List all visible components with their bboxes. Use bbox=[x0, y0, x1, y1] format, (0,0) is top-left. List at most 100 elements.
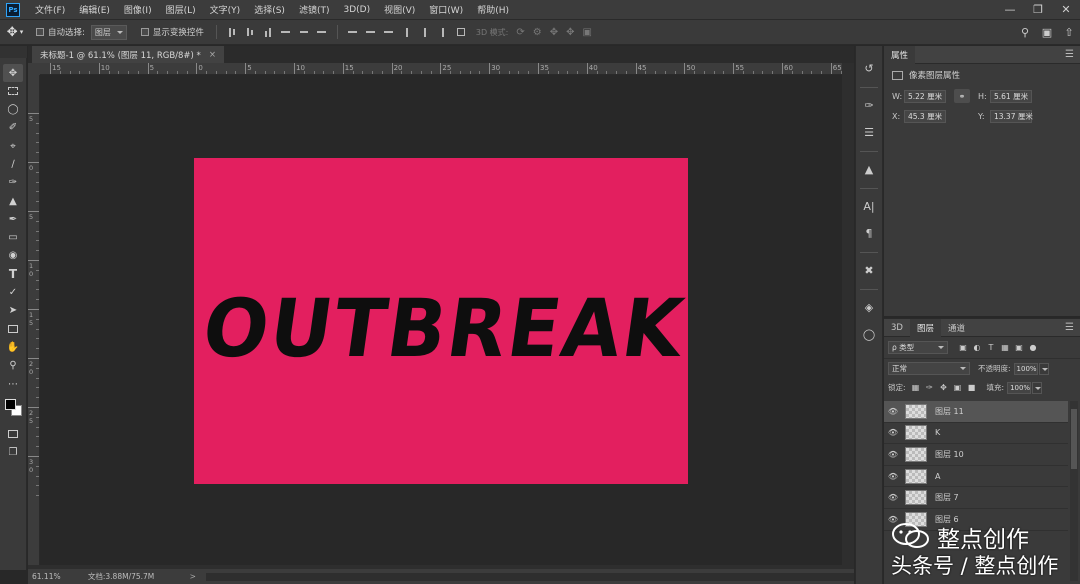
layers-scrollbar[interactable] bbox=[1070, 401, 1078, 581]
search-icon[interactable]: ⚲ bbox=[1014, 26, 1036, 39]
lock-pixels-icon[interactable]: ✑ bbox=[923, 383, 937, 392]
filter-shape-icon[interactable]: ▦ bbox=[998, 343, 1012, 352]
3d-scale-icon[interactable]: ▣ bbox=[583, 27, 592, 38]
tab-layers[interactable]: 图层 bbox=[909, 318, 941, 337]
character-panel-icon[interactable]: A| bbox=[859, 196, 879, 216]
visibility-eye-icon[interactable]: 👁 bbox=[884, 407, 902, 416]
lock-transparency-icon[interactable]: ▦ bbox=[909, 383, 923, 392]
layer-row[interactable]: 👁 图层 7 bbox=[884, 487, 1068, 509]
horizontal-ruler[interactable]: 15 10 5 0 5 10 15 20 25 30 35 40 45 50 55 60 65 bbox=[40, 63, 842, 75]
tab-3d[interactable]: 3D bbox=[884, 319, 910, 337]
layer-row[interactable]: 👁 图层 10 bbox=[884, 444, 1068, 466]
layer-row[interactable]: 👁 K bbox=[884, 423, 1068, 445]
screen-mode-icon[interactable]: ❐ bbox=[3, 444, 23, 462]
lock-all-icon[interactable]: ■ bbox=[965, 383, 979, 392]
paragraph-panel-icon[interactable]: ¶ bbox=[859, 223, 879, 243]
x-field[interactable]: 45.3 厘米 bbox=[904, 109, 946, 123]
color-swatches[interactable] bbox=[2, 395, 24, 421]
document-tab[interactable]: 未标题-1 @ 61.1% (图层 11, RGB/8#) * × bbox=[32, 46, 224, 63]
distribute-top-icon[interactable] bbox=[348, 27, 358, 37]
layers-scrollbar-thumb[interactable] bbox=[1071, 409, 1077, 469]
clone-source-panel-icon[interactable]: ▲ bbox=[859, 159, 879, 179]
status-scrollbar[interactable] bbox=[205, 572, 854, 581]
align-left-icon[interactable] bbox=[281, 27, 291, 37]
zoom-level[interactable]: 61.11% bbox=[28, 572, 76, 581]
toolbar-grip[interactable] bbox=[0, 46, 27, 58]
layer-row[interactable]: 👁 图层 11 bbox=[884, 401, 1068, 423]
ruler-corner[interactable] bbox=[28, 63, 40, 75]
3d-roll-icon[interactable]: ⚙ bbox=[533, 27, 542, 38]
fill-dropdown[interactable] bbox=[1032, 381, 1043, 394]
brush-tool-icon[interactable]: ✑ bbox=[3, 174, 23, 192]
eyedropper-tool-icon[interactable]: ∕ bbox=[3, 155, 23, 173]
align-top-icon[interactable] bbox=[227, 27, 237, 37]
document-canvas[interactable]: OUTBREAK bbox=[194, 158, 688, 484]
tab-channels[interactable]: 通道 bbox=[941, 319, 972, 337]
status-menu-arrow[interactable]: > bbox=[190, 572, 196, 581]
tool-presets-panel-icon[interactable]: ✖ bbox=[859, 260, 879, 280]
3d-rotate-icon[interactable]: ⟳ bbox=[516, 27, 524, 38]
fill-field[interactable]: 100% bbox=[1007, 381, 1032, 394]
layer-row[interactable]: 👁 图层 6 bbox=[884, 509, 1068, 531]
menu-image[interactable]: 图像(I) bbox=[117, 3, 159, 16]
history-panel-icon[interactable]: ↺ bbox=[859, 58, 879, 78]
path-select-icon[interactable]: ➤ bbox=[3, 302, 23, 320]
filter-pixel-icon[interactable]: ▣ bbox=[956, 343, 970, 352]
filter-type-icon[interactable]: T bbox=[984, 343, 998, 352]
layer-name[interactable]: K bbox=[935, 428, 940, 437]
width-field[interactable]: 5.22 厘米 bbox=[904, 89, 946, 103]
visibility-eye-icon[interactable]: 👁 bbox=[884, 472, 902, 481]
lock-artboard-icon[interactable]: ▣ bbox=[951, 383, 965, 392]
layer-name[interactable]: 图层 10 bbox=[935, 449, 964, 460]
layer-name[interactable]: 图层 7 bbox=[935, 492, 959, 503]
distribute-left-icon[interactable] bbox=[402, 27, 412, 37]
align-right-icon[interactable] bbox=[317, 27, 327, 37]
paths-panel-icon[interactable]: ◯ bbox=[859, 324, 879, 344]
3d-drag-icon[interactable]: ✥ bbox=[550, 27, 558, 38]
vertical-ruler[interactable]: 5051 01 52 02 53 0 bbox=[28, 75, 40, 565]
history-brush-icon[interactable]: ✒ bbox=[3, 210, 23, 228]
menu-edit[interactable]: 编辑(E) bbox=[72, 3, 117, 16]
tab-properties[interactable]: 属性 bbox=[884, 45, 916, 64]
visibility-eye-icon[interactable]: 👁 bbox=[884, 515, 902, 524]
hand-tool-icon[interactable]: ✋ bbox=[3, 338, 23, 356]
distribute-bottom-icon[interactable] bbox=[384, 27, 394, 37]
move-tool-icon[interactable]: ✥ bbox=[3, 64, 23, 82]
foreground-color[interactable] bbox=[5, 399, 16, 411]
distribute-hcenter-icon[interactable] bbox=[420, 27, 430, 37]
pen-tool-icon[interactable]: ✓ bbox=[3, 284, 23, 302]
menu-select[interactable]: 选择(S) bbox=[247, 3, 292, 16]
close-icon[interactable]: × bbox=[209, 50, 216, 60]
panel-menu-icon[interactable]: ☰ bbox=[1065, 49, 1074, 60]
restore-icon[interactable]: ❐ bbox=[1024, 0, 1052, 19]
opacity-field[interactable]: 100% bbox=[1013, 362, 1038, 375]
link-icon[interactable]: ⚭ bbox=[954, 89, 970, 103]
align-bottom-icon[interactable] bbox=[263, 27, 273, 37]
move-tool-preset-icon[interactable]: ✥ ▾ bbox=[0, 25, 30, 40]
type-tool-icon[interactable]: T bbox=[3, 265, 23, 283]
show-transform-checkbox[interactable] bbox=[140, 28, 149, 36]
workspace-icon[interactable]: ▣ bbox=[1036, 26, 1058, 39]
lasso-tool-icon[interactable]: ◯ bbox=[3, 101, 23, 119]
menu-view[interactable]: 视图(V) bbox=[377, 3, 422, 16]
3d-panel-icon[interactable]: ◈ bbox=[859, 297, 879, 317]
blend-mode-dropdown[interactable]: 正常 bbox=[888, 362, 970, 375]
layer-row[interactable]: 👁 A bbox=[884, 466, 1068, 488]
eraser-tool-icon[interactable]: ▭ bbox=[3, 229, 23, 247]
close-icon[interactable]: ✕ bbox=[1052, 0, 1080, 19]
auto-align-icon[interactable] bbox=[456, 27, 466, 37]
opacity-dropdown[interactable] bbox=[1038, 362, 1049, 375]
share-icon[interactable]: ⇧ bbox=[1058, 26, 1080, 39]
auto-select-dropdown[interactable]: 图层 bbox=[90, 24, 127, 40]
quick-mask-icon[interactable] bbox=[3, 425, 23, 443]
minimize-icon[interactable]: — bbox=[996, 0, 1024, 19]
zoom-tool-icon[interactable]: ⚲ bbox=[3, 357, 23, 375]
distribute-vcenter-icon[interactable] bbox=[366, 27, 376, 37]
visibility-eye-icon[interactable]: 👁 bbox=[884, 428, 902, 437]
menu-window[interactable]: 窗口(W) bbox=[422, 3, 470, 16]
menu-layer[interactable]: 图层(L) bbox=[159, 3, 203, 16]
distribute-right-icon[interactable] bbox=[438, 27, 448, 37]
marquee-tool-icon[interactable] bbox=[3, 82, 23, 100]
lock-position-icon[interactable]: ✥ bbox=[937, 383, 951, 392]
align-hcenter-icon[interactable] bbox=[299, 27, 309, 37]
